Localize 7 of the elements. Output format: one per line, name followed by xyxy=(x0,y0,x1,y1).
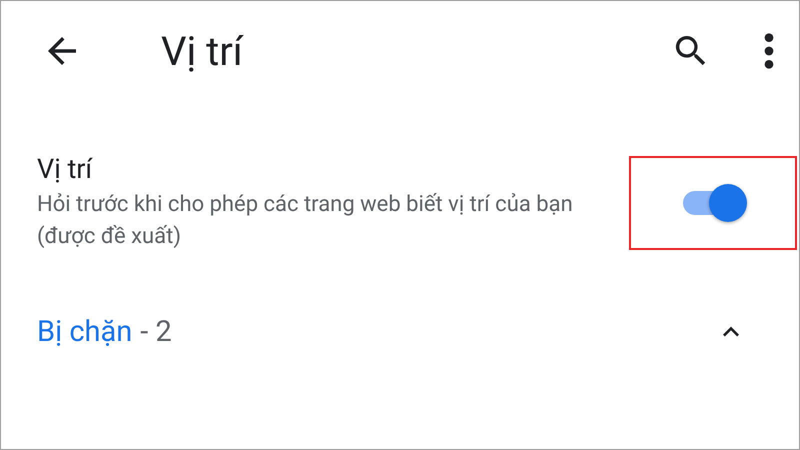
setting-title: Vị trí xyxy=(37,153,94,185)
setting-description: Hỏi trước khi cho phép các trang web biết vị trí của bạn (được đề xuất) xyxy=(37,191,574,251)
more-button[interactable] xyxy=(763,31,775,71)
section-label[interactable]: Bị chặn xyxy=(37,315,132,349)
page-title: Vị trí xyxy=(161,28,245,74)
more-icon xyxy=(763,31,775,71)
section-count: - 2 xyxy=(140,315,172,349)
